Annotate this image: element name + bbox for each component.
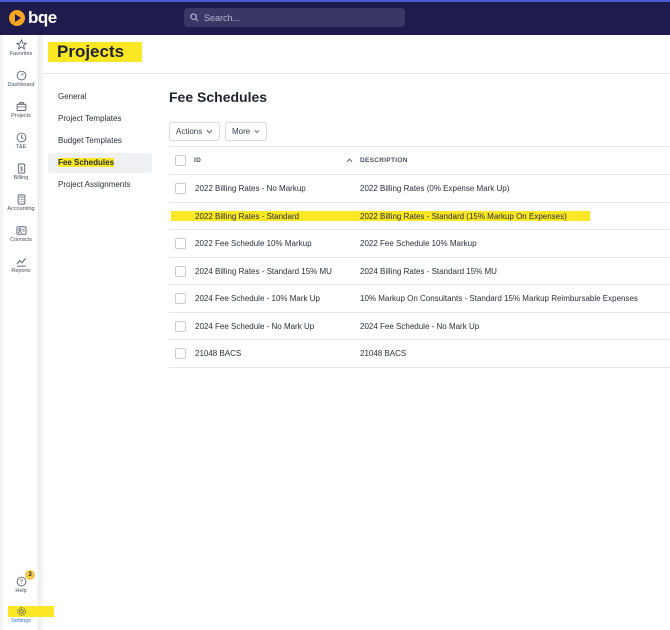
actions-label: Actions xyxy=(176,127,203,136)
cell-id: 2024 Billing Rates - Standard 15% MU xyxy=(195,266,332,276)
chevron-down-icon xyxy=(254,130,260,134)
rail-item-contacts[interactable]: Contacts xyxy=(3,225,39,243)
search-icon xyxy=(190,13,199,22)
more-button[interactable]: More xyxy=(225,122,267,141)
actions-button[interactable]: Actions xyxy=(169,122,220,141)
rail-item-reports[interactable]: Reports xyxy=(3,256,39,274)
sort-ascending-icon[interactable] xyxy=(346,158,353,163)
dollar-icon: $ xyxy=(17,163,25,174)
rail-item-label: Projects xyxy=(11,113,31,119)
bqe-logo[interactable]: bqe xyxy=(9,8,57,28)
rail-item-label: Accounting xyxy=(7,206,35,212)
row-checkbox[interactable] xyxy=(175,348,186,359)
rail-item-label: Contacts xyxy=(10,237,32,243)
rail-item-accounting[interactable]: Accounting xyxy=(3,194,39,212)
subnav-project-assignments[interactable]: Project Assignments xyxy=(48,175,152,195)
help-badge: 3 xyxy=(25,570,35,580)
rail-item-label: Help xyxy=(15,588,27,594)
page-title: Projects xyxy=(48,42,143,62)
table-row[interactable]: 2022 Billing Rates - Standard 2022 Billi… xyxy=(169,203,670,230)
logo-text: bqe xyxy=(28,8,57,27)
cell-id: 2024 Fee Schedule - 10% Mark Up xyxy=(195,294,320,303)
rail-item-label: Reports xyxy=(11,268,31,274)
cell-id: 2024 Fee Schedule - No Mark Up xyxy=(195,321,315,331)
chart-icon xyxy=(16,257,26,267)
column-header-description[interactable]: DESCRIPTION xyxy=(360,147,408,174)
cell-description: 2022 Fee Schedule 10% Markup xyxy=(360,239,477,248)
row-checkbox[interactable] xyxy=(175,293,186,304)
fee-schedules-table: ID DESCRIPTION 2022 Billing Rates - No M… xyxy=(169,146,670,368)
row-checkbox[interactable] xyxy=(175,238,186,249)
rail-item-help[interactable]: 3 ? Help xyxy=(3,570,39,594)
table-row[interactable]: 2024 Billing Rates - Standard 15% MU 202… xyxy=(169,258,670,285)
rail-item-label: Favorites xyxy=(9,51,33,57)
rail-item-settings[interactable]: Settings xyxy=(3,606,54,624)
rail-item-projects[interactable]: Projects xyxy=(3,101,39,119)
cell-description: 2024 Billing Rates - Standard 15% MU xyxy=(360,266,497,276)
search-box[interactable] xyxy=(184,8,405,27)
table-row[interactable]: 2024 Fee Schedule - No Mark Up 2024 Fee … xyxy=(169,313,670,340)
row-checkbox[interactable] xyxy=(175,265,186,277)
rail-item-dashboard[interactable]: Dashboard xyxy=(3,70,39,88)
more-label: More xyxy=(232,127,251,136)
rail-item-label: Settings xyxy=(11,618,31,624)
left-rail: Favorites Dashboard Projects T&E $ Billi… xyxy=(0,35,54,630)
row-checkbox[interactable] xyxy=(175,183,186,194)
logo-play-icon xyxy=(9,10,25,26)
select-all-checkbox[interactable] xyxy=(175,155,186,166)
calculator-icon xyxy=(17,194,25,205)
table-row[interactable]: 2022 Billing Rates - No Markup 2022 Bill… xyxy=(169,175,670,203)
cell-description: 21048 BACS xyxy=(360,349,407,358)
cell-id: 2022 Billing Rates - No Markup xyxy=(195,184,306,193)
cell-description: 2024 Fee Schedule - No Mark Up xyxy=(360,321,480,331)
svg-text:?: ? xyxy=(19,580,23,586)
table-header: ID DESCRIPTION xyxy=(169,146,670,175)
cell-id: 2022 Billing Rates - Standard xyxy=(195,211,300,221)
star-icon xyxy=(15,39,27,50)
cell-description: 2022 Billing Rates - Standard (15% Marku… xyxy=(360,211,567,221)
cell-description: 2022 Billing Rates (0% Expense Mark Up) xyxy=(360,184,510,193)
gauge-icon xyxy=(16,70,26,81)
chevron-down-icon xyxy=(206,129,213,134)
subnav-general[interactable]: General xyxy=(48,87,152,107)
subnav-fee-schedules[interactable]: Fee Schedules xyxy=(48,153,152,173)
rail-item-time-expense[interactable]: T&E xyxy=(3,132,39,150)
svg-text:$: $ xyxy=(19,167,23,173)
subnav-fee-schedules-label: Fee Schedules xyxy=(58,158,115,167)
rail-item-label: Billing xyxy=(13,175,29,181)
subnav-project-templates[interactable]: Project Templates xyxy=(48,109,152,129)
table-row[interactable]: 21048 BACS 21048 BACS xyxy=(169,340,670,368)
top-accent-line xyxy=(0,0,670,2)
rail-item-favorites[interactable]: Favorites xyxy=(3,39,39,57)
section-title: Fee Schedules xyxy=(169,89,268,105)
left-rail-panel: Favorites Dashboard Projects T&E $ Billi… xyxy=(3,35,54,630)
contact-card-icon xyxy=(16,226,26,235)
divider xyxy=(43,73,670,74)
clock-icon xyxy=(16,132,26,143)
top-bar: bqe xyxy=(0,0,670,35)
subnav-budget-templates[interactable]: Budget Templates xyxy=(48,131,152,151)
gear-icon xyxy=(16,607,26,616)
table-row[interactable]: 2022 Fee Schedule 10% Markup 2022 Fee Sc… xyxy=(169,230,670,258)
row-checkbox[interactable] xyxy=(175,320,186,332)
briefcase-icon xyxy=(16,102,26,111)
table-row[interactable]: 2024 Fee Schedule - 10% Mark Up 10% Mark… xyxy=(169,285,670,313)
rail-item-billing[interactable]: $ Billing xyxy=(3,163,39,181)
cell-id: 2022 Fee Schedule 10% Markup xyxy=(195,239,312,248)
cell-id: 21048 BACS xyxy=(195,349,242,358)
rail-item-label: Dashboard xyxy=(7,82,35,88)
cell-description: 10% Markup On Consultants - Standard 15%… xyxy=(360,294,638,303)
search-input[interactable] xyxy=(204,12,394,23)
column-header-id[interactable]: ID xyxy=(194,147,201,174)
rail-item-label: T&E xyxy=(15,144,27,150)
